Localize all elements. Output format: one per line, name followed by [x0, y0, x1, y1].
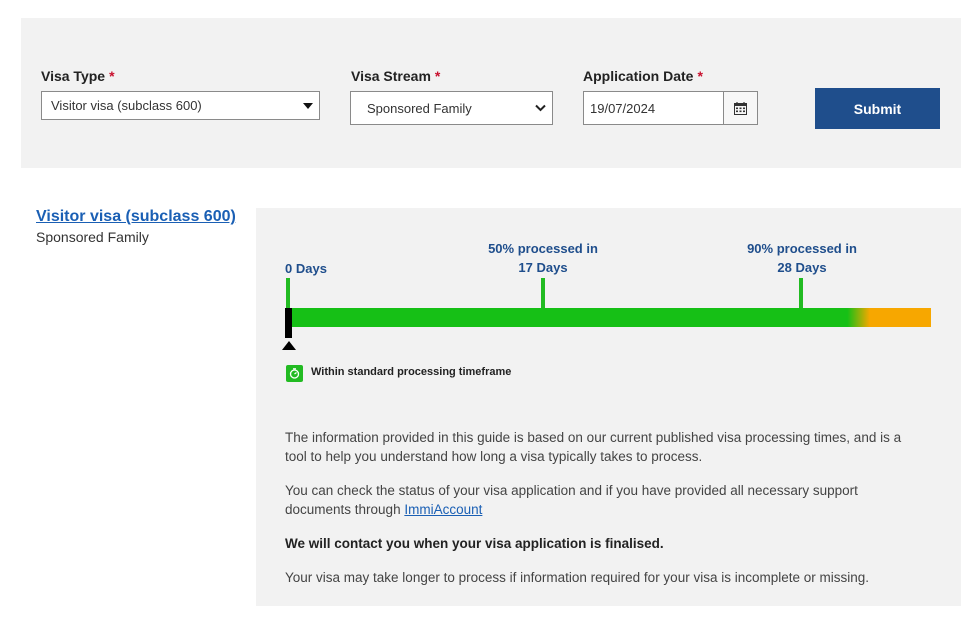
timeline-90-tick [799, 278, 803, 308]
processing-progress-bar [288, 308, 931, 327]
timer-icon [286, 365, 303, 382]
calendar-button[interactable] [723, 92, 757, 124]
triangle-up-icon [282, 341, 296, 350]
chevron-down-icon [535, 104, 546, 112]
required-marker: * [697, 68, 703, 84]
immiaccount-link[interactable]: ImmiAccount [404, 502, 482, 517]
timeline-start-label: 0 Days [285, 261, 327, 276]
visa-stream-select[interactable]: Sponsored Family [350, 91, 553, 125]
required-marker: * [434, 68, 441, 84]
timeline-50-tick [541, 278, 545, 308]
info-paragraph-4: Your visa may take longer to process if … [285, 570, 870, 585]
visa-type-value: Visitor visa (subclass 600) [51, 98, 202, 113]
visa-stream-text: Sponsored Family [36, 229, 149, 245]
status-text: Within standard processing timeframe [311, 366, 512, 378]
info-paragraph-1: The information provided in this guide i… [285, 430, 902, 464]
application-date-field[interactable]: 19/07/2024 [583, 91, 758, 125]
visa-stream-value: Sponsored Family [367, 100, 472, 116]
caret-down-icon [303, 102, 313, 109]
processing-time-panel: 0 Days 50% processed in 17 Days 90% proc… [256, 208, 961, 606]
timeline-90-label: 90% processed in 28 Days [747, 241, 857, 275]
timeline-50-label: 50% processed in 17 Days [488, 241, 598, 275]
timeline-start-tick [286, 278, 290, 308]
visa-title-link[interactable]: Visitor visa (subclass 600) [36, 208, 236, 226]
search-form-panel: Visa Type * Visitor visa (subclass 600) V… [21, 18, 961, 168]
info-paragraph-3: We will contact you when your visa appli… [285, 536, 664, 551]
current-position-marker [285, 308, 292, 338]
submit-button[interactable]: Submit [815, 88, 940, 129]
required-marker: * [109, 68, 115, 84]
info-paragraph-2: You can check the status of your visa ap… [285, 483, 858, 517]
application-date-label: Application Date * [583, 68, 703, 84]
visa-type-select[interactable]: Visitor visa (subclass 600) [41, 91, 320, 120]
visa-stream-label: Visa Stream * [351, 68, 441, 84]
calendar-icon [734, 101, 747, 115]
application-date-value: 19/07/2024 [590, 100, 656, 116]
visa-type-label: Visa Type * [41, 68, 115, 84]
